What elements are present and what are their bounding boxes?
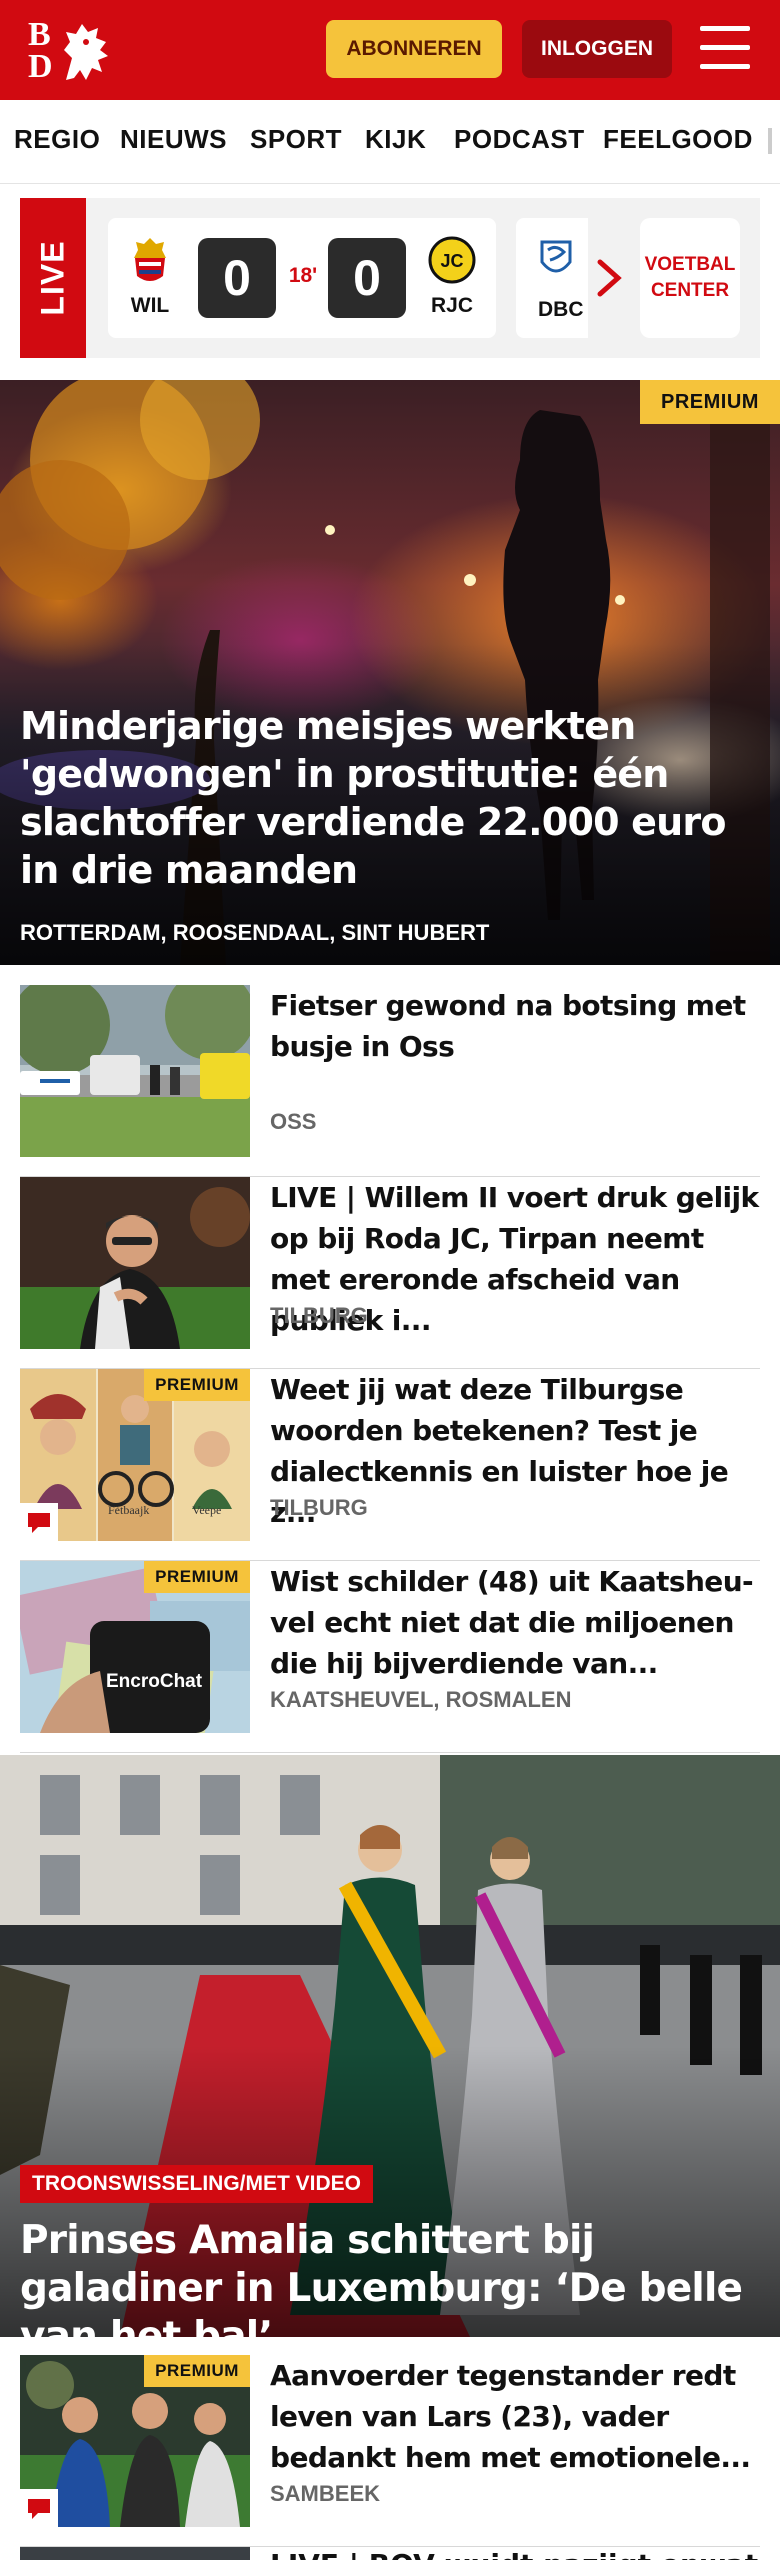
home-score: 0 — [198, 238, 276, 318]
nav-item-podcast[interactable]: PODCAST — [454, 124, 585, 155]
comment-bubble-icon[interactable] — [20, 1503, 58, 1541]
comment-bubble-icon[interactable] — [20, 2489, 58, 2527]
nav-item-kijk[interactable]: KIJK — [365, 124, 426, 155]
article-title[interactable]: Fietser gewond na botsing met busje in O… — [270, 985, 760, 1067]
voetbal-center-button[interactable]: VOETBAL CENTER — [640, 218, 740, 338]
article-thumbnail — [20, 2547, 250, 2560]
nav-item-sport[interactable]: SPORT — [250, 124, 342, 155]
away-score: 0 — [328, 238, 406, 318]
hero-headline[interactable]: Minderjarige meisjes werkten 'gedwongen'… — [20, 702, 760, 894]
home-team: WIL — [130, 236, 170, 317]
article-location: KAATSHEUVEL, ROSMALEN — [270, 1687, 572, 1712]
live-tag: LIVE — [20, 198, 86, 358]
thumb-label: Veepe — [192, 1503, 222, 1517]
willem-ii-crest-icon — [134, 238, 166, 281]
feature-headline[interactable]: Prinses Amalia schittert bij galadiner i… — [20, 2217, 770, 2337]
article-location: OSS — [270, 1109, 317, 1134]
svg-text:JC: JC — [440, 251, 463, 271]
article-item[interactable]: Fietser gewond na botsing met busje in O… — [20, 985, 760, 1177]
hamburger-menu-icon[interactable] — [700, 26, 750, 70]
article-item[interactable]: PREMIUM Aanvoerder tegenstander redt lev… — [20, 2355, 760, 2547]
voetbal-center-line1: VOETBAL — [644, 254, 736, 275]
feature-article[interactable]: TROONSWISSELING/MET VIDEO Prinses Amalia… — [0, 1755, 780, 2337]
thumb-football-coach — [20, 1177, 250, 1349]
article-title[interactable]: Wist schilder (48) uit Kaatsheu­vel echt… — [270, 1561, 760, 1684]
login-button[interactable]: INLOGGEN — [522, 20, 672, 78]
subscribe-button[interactable]: ABONNEREN — [326, 20, 502, 78]
site-header: B D ABONNEREN INLOGGEN — [0, 0, 780, 100]
article-title[interactable]: LIVE | BOV wuidt pazijgt onwater — [270, 2547, 760, 2560]
article-thumbnail: EncroChat PREMIUM — [20, 1561, 250, 1733]
voetbal-center-line2: CENTER — [650, 280, 730, 301]
live-match-card[interactable]: WIL 0 18' 0 JC RJC — [108, 218, 496, 338]
article-thumbnail — [20, 985, 250, 1157]
live-scores-widget: LIVE WIL 0 18' 0 JC RJC DBC VOETBAL CENT… — [20, 198, 760, 358]
logo-letter-b: B — [28, 16, 51, 53]
article-thumbnail: PREMIUM — [20, 2355, 250, 2527]
chevron-right-icon[interactable] — [594, 256, 624, 300]
article-item[interactable]: LIVE | Willem II voert druk gelijk op bi… — [20, 1177, 760, 1369]
bd-logo[interactable]: B D — [28, 18, 114, 84]
next-match-card[interactable]: DBC — [516, 218, 588, 338]
home-team-code: WIL — [130, 294, 170, 317]
nav-overflow-indicator — [768, 128, 772, 154]
premium-badge: PREMIUM — [144, 1561, 250, 1593]
section-nav: REGIO NIEUWS SPORT KIJK PODCAST FEELGOOD — [0, 100, 780, 184]
lion-logo-icon — [64, 24, 108, 80]
thumb-street-scene — [20, 985, 250, 1157]
nav-item-feelgood[interactable]: FEELGOOD — [603, 124, 753, 155]
roda-jc-crest-icon: JC — [428, 236, 476, 284]
dbc-crest-icon — [540, 240, 572, 273]
article-location: SAMBEEK — [270, 2481, 381, 2506]
hero-location: ROTTERDAM, ROOSENDAAL, SINT HUBERT — [20, 920, 490, 945]
premium-badge: PREMIUM — [640, 380, 780, 424]
article-item[interactable]: toerd Fètbaajk Veepe PREMIUM Weet jij wa… — [20, 1369, 760, 1561]
premium-badge: PREMIUM — [144, 1369, 250, 1401]
away-team-code: RJC — [430, 294, 473, 317]
article-item[interactable]: EncroChat PREMIUM Wist schilder (48) uit… — [20, 1561, 760, 1753]
live-label: LIVE — [34, 240, 71, 316]
article-item[interactable]: LIVE | BOV wuidt pazijgt onwater — [20, 2547, 760, 2560]
match-minute: 18' — [288, 264, 318, 287]
premium-badge: PREMIUM — [144, 2355, 250, 2387]
next-team-code: DBC — [538, 298, 584, 321]
nav-item-regio[interactable]: REGIO — [14, 124, 100, 155]
thumb-label: Fètbaajk — [108, 1503, 150, 1517]
away-team: JC RJC — [428, 236, 476, 317]
logo-letter-d: D — [28, 48, 53, 85]
article-location: TILBURG — [270, 1303, 368, 1328]
feature-category-tag[interactable]: TROONSWISSELING/MET VIDEO — [20, 2165, 374, 2203]
article-thumbnail — [20, 1177, 250, 1349]
article-location: TILBURG — [270, 1495, 368, 1520]
article-title[interactable]: Aanvoerder tegenstander redt leven van L… — [270, 2355, 760, 2478]
thumb-label: EncroChat — [106, 1671, 203, 1692]
hero-article[interactable]: PREMIUM Minderjarige meisjes werkten 'ge… — [0, 380, 780, 965]
article-thumbnail: toerd Fètbaajk Veepe PREMIUM — [20, 1369, 250, 1541]
nav-item-nieuws[interactable]: NIEUWS — [120, 124, 227, 155]
